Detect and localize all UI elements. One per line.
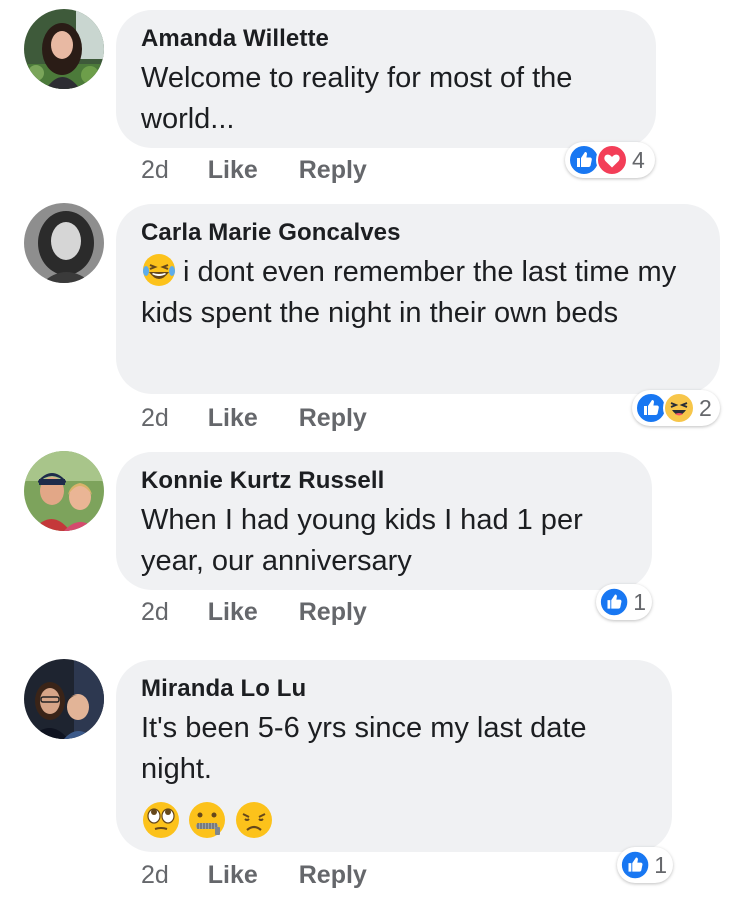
comment-text: It's been 5-6 yrs since my last date nig… [141,712,587,785]
disappointed-emoji [235,802,272,838]
like-button[interactable]: Like [208,155,258,185]
comment-bubble: Konnie Kurtz Russell When I had young ki… [116,452,652,590]
avatar-photo [24,451,104,531]
reaction-count: 4 [632,146,645,173]
reply-button[interactable]: Reply [299,155,367,185]
like-icon [599,586,630,618]
reaction-summary[interactable]: 1 [596,584,652,620]
comment-actions: 2d Like Reply [141,155,401,185]
emoji-row [141,800,646,844]
reply-button[interactable]: Reply [299,403,367,433]
comment-bubble: Miranda Lo Lu It's been 5-6 yrs since my… [116,660,672,852]
avatar-photo [24,203,104,283]
laughing-tears-emoji [143,254,175,286]
author-name[interactable]: Konnie Kurtz Russell [141,466,626,496]
avatar[interactable] [24,451,104,531]
comment-actions: 2d Like Reply [141,597,401,627]
avatar[interactable] [24,203,104,283]
timestamp[interactable]: 2d [141,860,169,890]
zipper-mouth-emoji [189,802,226,838]
timestamp[interactable]: 2d [141,403,169,433]
reaction-summary[interactable]: 1 [617,847,673,883]
like-button[interactable]: Like [208,597,258,627]
comment-text-content: i dont even remember the last time my ki… [141,256,677,329]
reply-button[interactable]: Reply [299,597,367,627]
haha-icon [663,392,695,424]
comment-actions: 2d Like Reply [141,403,401,433]
timestamp[interactable]: 2d [141,597,169,627]
timestamp[interactable]: 2d [141,155,169,185]
comment-text: i dont even remember the last time my ki… [141,252,694,334]
comment-actions: 2d Like Reply [141,860,401,890]
comment-bubble: Amanda Willette Welcome to reality for m… [116,10,656,148]
reaction-count: 2 [699,394,712,421]
reply-button[interactable]: Reply [299,860,367,890]
reaction-summary[interactable]: 2 [632,390,720,426]
reaction-count: 1 [633,588,646,615]
like-button[interactable]: Like [208,860,258,890]
comment-text: When I had young kids I had 1 per year, … [141,504,583,577]
author-name[interactable]: Amanda Willette [141,24,630,54]
avatar-photo [24,9,104,89]
comment-text: Welcome to reality for most of the world… [141,62,573,135]
avatar-photo [24,659,104,739]
eye-roll-emoji [143,802,179,838]
author-name[interactable]: Carla Marie Goncalves [141,218,694,248]
avatar[interactable] [24,659,104,739]
like-icon [620,849,651,881]
reaction-count: 1 [654,851,667,878]
love-icon [596,144,628,176]
avatar[interactable] [24,9,104,89]
reaction-summary[interactable]: 4 [565,142,655,178]
comment-bubble: Carla Marie Goncalves i dont even rememb… [116,204,720,394]
like-button[interactable]: Like [208,403,258,433]
author-name[interactable]: Miranda Lo Lu [141,674,646,704]
